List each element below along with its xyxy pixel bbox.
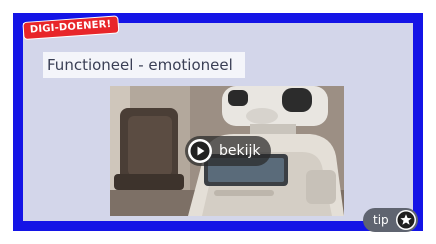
star-icon <box>396 210 416 230</box>
page-title: Functioneel - emotioneel <box>43 52 245 78</box>
play-icon <box>188 139 212 163</box>
tip-label: tip <box>373 213 389 227</box>
play-video-button[interactable]: bekijk <box>185 136 271 166</box>
tip-button[interactable]: tip <box>363 208 418 232</box>
play-label: bekijk <box>219 143 261 159</box>
